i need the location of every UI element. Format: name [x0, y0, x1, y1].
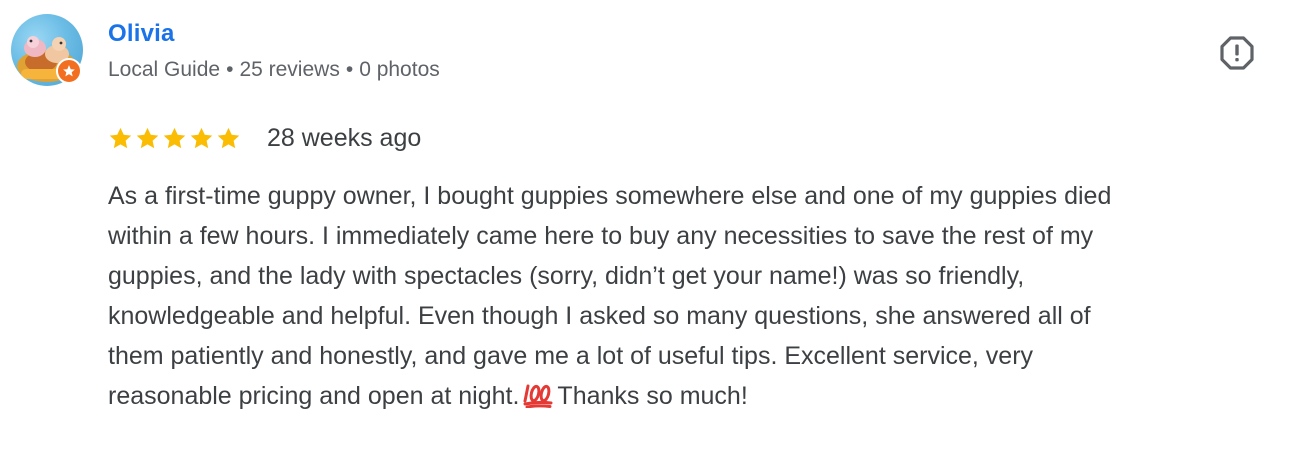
local-guide-star-icon — [63, 65, 75, 77]
local-guide-badge — [56, 58, 82, 84]
avatar[interactable] — [11, 14, 83, 86]
review-text-line: knowledgeable and helpful. Even though I… — [108, 302, 1091, 330]
star-icon — [136, 127, 159, 148]
review-closing: Thanks so much! — [557, 382, 748, 410]
hundred-points-icon — [523, 380, 553, 420]
reviewer-meta: Local Guide • 25 reviews • 0 photos — [108, 58, 440, 82]
review-text-line: within a few hours. I immediately came h… — [108, 222, 1094, 250]
star-icon — [109, 127, 132, 148]
report-octagon-icon — [1220, 36, 1254, 70]
rating-row: 28 weeks ago — [108, 122, 421, 154]
star-rating — [108, 126, 241, 151]
star-icon — [190, 127, 213, 148]
review-text-line: guppies, and the lady with spectacles (s… — [108, 262, 1025, 290]
photo-count: 0 photos — [359, 58, 440, 81]
review-card: Olivia Local Guide • 25 reviews • 0 photos 2… — [0, 0, 1296, 454]
review-text: As a first-time guppy owner, I bought gu… — [108, 176, 1278, 420]
review-count: 25 reviews — [239, 58, 340, 81]
star-icon — [163, 127, 186, 148]
reviewer-name[interactable]: Olivia — [108, 20, 175, 48]
review-text-line: reasonable pricing and open at night. — [108, 382, 520, 410]
report-review-button[interactable] — [1218, 34, 1256, 72]
review-time: 28 weeks ago — [267, 123, 422, 152]
local-guide-label: Local Guide — [108, 58, 221, 81]
review-text-last-line: reasonable pricing and open at night. Th… — [108, 376, 1278, 420]
review-text-line: them patiently and honestly, and gave me… — [108, 342, 1034, 370]
meta-separator: • — [345, 58, 354, 81]
meta-separator: • — [226, 58, 234, 81]
review-text-line: As a first-time guppy owner, I bought gu… — [108, 182, 1112, 210]
star-icon — [217, 127, 240, 148]
